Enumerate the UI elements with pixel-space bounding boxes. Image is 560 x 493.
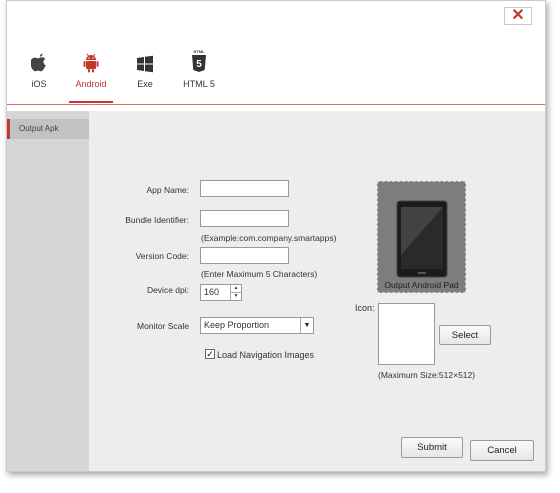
load-navigation-images-checkbox[interactable]: ✓ bbox=[205, 349, 215, 359]
platform-tabs: iOS Android Exe HTML 5 HTML 5 bbox=[7, 41, 545, 107]
chevron-down-icon: ▼ bbox=[300, 318, 313, 333]
dialog-window: ✕ iOS Android Exe HTML 5 HTML 5 Output A… bbox=[6, 0, 546, 472]
monitor-scale-label: Monitor Scale bbox=[137, 321, 189, 331]
app-name-input[interactable] bbox=[200, 180, 289, 197]
icon-label: Icon: bbox=[355, 303, 375, 313]
version-code-input[interactable] bbox=[200, 247, 289, 264]
android-icon bbox=[67, 49, 115, 73]
apple-icon bbox=[15, 49, 63, 73]
preview-label: Output Android Pad bbox=[384, 280, 459, 290]
tab-html5-label: HTML 5 bbox=[183, 79, 215, 89]
close-icon: ✕ bbox=[511, 7, 525, 24]
sidebar-item-output-apk[interactable]: Output Apk bbox=[7, 119, 89, 139]
monitor-scale-value: Keep Proportion bbox=[204, 320, 270, 330]
tab-exe-label: Exe bbox=[137, 79, 153, 89]
app-name-label: App Name: bbox=[146, 185, 189, 195]
tab-ios-label: iOS bbox=[31, 79, 47, 89]
tab-html5[interactable]: HTML 5 HTML 5 bbox=[175, 49, 223, 101]
device-dpi-stepper[interactable]: 160 ▲ ▼ bbox=[200, 284, 242, 301]
html5-icon: HTML 5 bbox=[175, 49, 223, 73]
stepper-arrows: ▲ ▼ bbox=[230, 285, 241, 300]
arrow-down-icon[interactable]: ▼ bbox=[231, 293, 241, 300]
arrow-up-icon[interactable]: ▲ bbox=[231, 285, 241, 293]
svg-text:HTML: HTML bbox=[193, 49, 205, 54]
monitor-scale-select[interactable]: Keep Proportion ▼ bbox=[200, 317, 314, 334]
icon-preview-box bbox=[378, 303, 435, 365]
tablet-icon bbox=[396, 200, 448, 278]
select-icon-button[interactable]: Select bbox=[439, 325, 491, 345]
device-dpi-label: Device dpi: bbox=[146, 285, 189, 295]
bundle-identifier-input[interactable] bbox=[200, 210, 289, 227]
header-divider bbox=[7, 104, 545, 105]
version-code-label: Version Code: bbox=[135, 251, 189, 261]
tab-android[interactable]: Android bbox=[67, 49, 115, 103]
version-code-hint: (Enter Maximum 5 Characters) bbox=[201, 269, 318, 279]
submit-button[interactable]: Submit bbox=[401, 437, 463, 458]
tab-exe[interactable]: Exe bbox=[121, 49, 169, 101]
tab-android-label: Android bbox=[75, 79, 107, 89]
windows-icon bbox=[121, 49, 169, 73]
svg-text:5: 5 bbox=[196, 59, 202, 70]
device-preview: Output Android Pad bbox=[377, 181, 466, 293]
device-dpi-value: 160 bbox=[204, 287, 220, 297]
load-navigation-images-label: Load Navigation Images bbox=[217, 350, 315, 360]
cancel-button[interactable]: Cancel bbox=[470, 440, 534, 461]
tab-ios[interactable]: iOS bbox=[15, 49, 63, 101]
bundle-identifier-hint: (Example:com.company.smartapps) bbox=[201, 233, 337, 243]
bundle-identifier-label: Bundle Identifier: bbox=[125, 215, 189, 225]
icon-size-hint: (Maximum Size:512×512) bbox=[378, 370, 476, 380]
close-button[interactable]: ✕ bbox=[504, 7, 532, 25]
